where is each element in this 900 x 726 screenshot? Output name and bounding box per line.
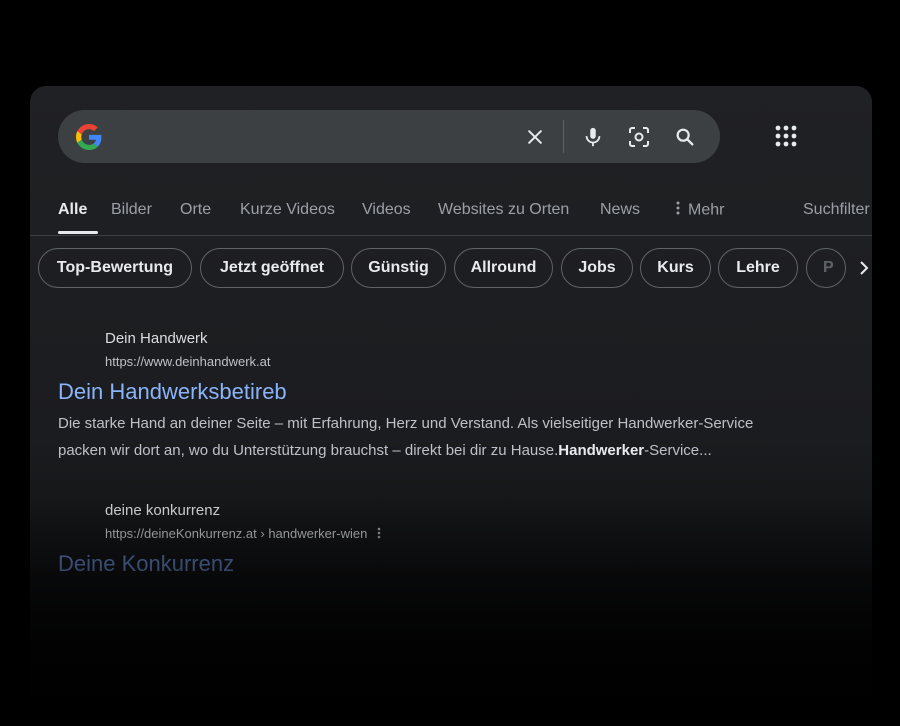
search-bar[interactable]	[58, 110, 720, 163]
more-vert-icon[interactable]	[377, 527, 381, 542]
tab-suchfilter[interactable]: Suchfilter	[803, 201, 870, 219]
tab-videos[interactable]: Videos	[362, 201, 411, 219]
tab-alle[interactable]: Alle	[58, 201, 87, 219]
search-results-card: Alle Bilder Orte Kurze Videos Videos Web…	[30, 86, 872, 726]
chevron-right-icon[interactable]	[856, 260, 872, 276]
chip-jobs[interactable]: Jobs	[561, 248, 633, 288]
tab-bilder[interactable]: Bilder	[111, 201, 152, 219]
tab-mehr[interactable]: Mehr	[676, 201, 724, 220]
tab-kurze-videos[interactable]: Kurze Videos	[240, 201, 335, 219]
result-snippet-line: Die starke Hand an deiner Seite – mit Er…	[58, 415, 754, 432]
snippet-bold: Handwerker	[558, 442, 645, 459]
search-input[interactable]	[116, 122, 540, 152]
result-site-name: deine konkurrenz	[105, 502, 221, 519]
chip-partial[interactable]: P	[806, 248, 846, 288]
camera-lens-icon[interactable]	[626, 124, 652, 150]
filter-chips: Top-Bewertung Jetzt geöffnet Günstig All…	[30, 248, 872, 292]
result-snippet-line: packen wir dort an, wo du Unterstützung …	[58, 437, 838, 464]
close-icon[interactable]	[522, 124, 548, 150]
chip-jetzt-geoeffnet[interactable]: Jetzt geöffnet	[200, 248, 344, 288]
result-url-text: https://deineKonkurrenz.at › handwerker-…	[105, 526, 368, 541]
tab-websites-zu-orten[interactable]: Websites zu Orten	[438, 201, 569, 219]
result-title-link[interactable]: Dein Handwerksbetireb	[58, 379, 287, 405]
google-logo-icon	[76, 124, 102, 150]
grid-apps-icon[interactable]	[774, 124, 798, 148]
result-title-link[interactable]: Deine Konkurrenz	[58, 551, 234, 577]
more-vert-icon	[676, 201, 680, 220]
search-icon[interactable]	[672, 124, 698, 150]
result-snippet: Die starke Hand an deiner Seite – mit Er…	[58, 410, 838, 464]
chip-top-bewertung[interactable]: Top-Bewertung	[38, 248, 192, 288]
chip-guenstig[interactable]: Günstig	[351, 248, 446, 288]
tab-news[interactable]: News	[600, 201, 640, 219]
chip-allround[interactable]: Allround	[454, 248, 553, 288]
chip-lehre[interactable]: Lehre	[718, 248, 798, 288]
result-url: https://deineKonkurrenz.at › handwerker-…	[105, 526, 381, 542]
active-tab-indicator	[58, 231, 98, 234]
result-site-name: Dein Handwerk	[105, 330, 208, 347]
snippet-text: -Service...	[644, 442, 712, 459]
search-bar-divider	[563, 120, 564, 153]
tab-mehr-label: Mehr	[688, 201, 725, 219]
snippet-text: packen wir dort an, wo du Unterstützung …	[58, 442, 559, 459]
chip-kurs[interactable]: Kurs	[640, 248, 711, 288]
tab-orte[interactable]: Orte	[180, 201, 211, 219]
microphone-icon[interactable]	[580, 124, 606, 150]
result-url: https://www.deinhandwerk.at	[105, 354, 271, 369]
tabs-divider	[30, 235, 872, 236]
search-tabs: Alle Bilder Orte Kurze Videos Videos Web…	[30, 198, 872, 236]
